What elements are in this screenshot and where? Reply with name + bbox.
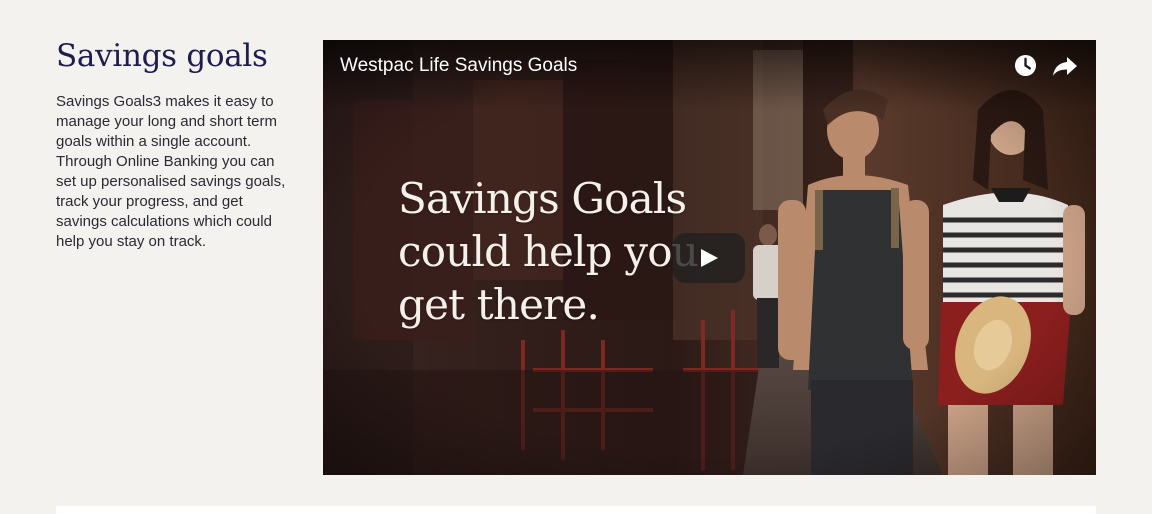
play-icon: [701, 249, 718, 267]
section-title: Savings goals: [56, 38, 268, 74]
content-panel-edge: [56, 506, 1096, 514]
video-title[interactable]: Westpac Life Savings Goals: [340, 55, 577, 77]
video-player[interactable]: Westpac Life Savings Goals Savings Goals…: [323, 40, 1096, 475]
share-icon[interactable]: [1052, 54, 1078, 78]
section-description: Savings Goals3 makes it easy to manage y…: [56, 93, 286, 250]
video-overlay-text: Savings Goals could help you get there.: [398, 174, 699, 329]
clock-icon[interactable]: [1014, 54, 1037, 77]
play-button[interactable]: [673, 233, 745, 283]
